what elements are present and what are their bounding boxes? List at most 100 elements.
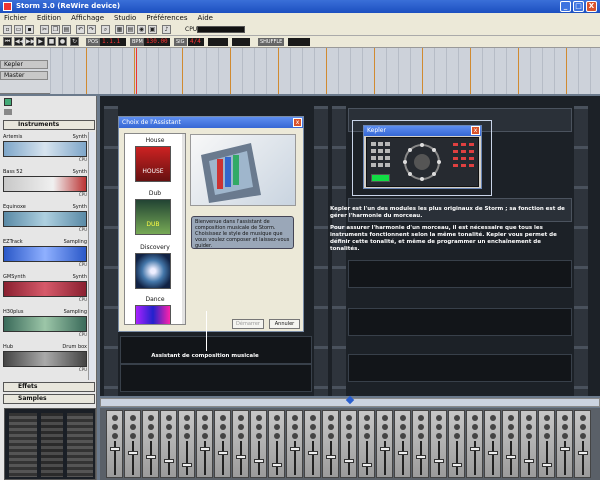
kepler-chord-slot[interactable] xyxy=(453,157,458,160)
playhead[interactable] xyxy=(136,48,137,94)
menu-edition[interactable]: Edition xyxy=(37,13,61,24)
mixer-knob[interactable] xyxy=(400,415,406,421)
tuner-icon[interactable]: ♪ xyxy=(162,25,171,34)
assistant-close-button[interactable]: x xyxy=(293,118,302,127)
menu-preferences[interactable]: Préférences xyxy=(146,13,187,24)
mixer-fader-handle[interactable] xyxy=(380,447,390,451)
rack-slot[interactable] xyxy=(120,364,312,392)
mixer-knob[interactable] xyxy=(544,415,550,421)
style-thumb-dance[interactable] xyxy=(135,305,171,324)
mixer-knob[interactable] xyxy=(400,424,406,430)
mixer-fader-handle[interactable] xyxy=(146,455,156,459)
mixer-knob[interactable] xyxy=(112,424,118,430)
mixer-channel-strip[interactable] xyxy=(502,410,519,478)
mixer-view-icon[interactable]: ◉ xyxy=(137,25,146,34)
maximize-button[interactable]: □ xyxy=(573,1,584,12)
kepler-key[interactable] xyxy=(371,156,376,160)
tab-samples[interactable]: Samples xyxy=(3,394,95,404)
kepler-chord-slot[interactable] xyxy=(453,164,458,167)
mixer-channel-strip[interactable] xyxy=(430,410,447,478)
mixer-fader-handle[interactable] xyxy=(344,459,354,463)
rewind-icon[interactable]: ◀◀ xyxy=(14,37,24,46)
mixer-channel-strip[interactable] xyxy=(466,410,483,478)
mixer-knob[interactable] xyxy=(418,415,424,421)
mixer-knob[interactable] xyxy=(274,433,280,439)
rewind-start-icon[interactable]: ⏮ xyxy=(3,37,12,46)
mixer-channel-strip[interactable] xyxy=(538,410,555,478)
rack-slot[interactable] xyxy=(348,354,572,382)
kepler-key[interactable] xyxy=(371,163,376,167)
kepler-chord-slot[interactable] xyxy=(453,143,458,146)
mixer-channel-strip[interactable] xyxy=(556,410,573,478)
mixer-channel-strip[interactable] xyxy=(412,410,429,478)
instrument-artemis[interactable]: Artemis Synth CPU xyxy=(3,134,87,163)
mixer-knob[interactable] xyxy=(112,433,118,439)
mixer-knob[interactable] xyxy=(274,415,280,421)
mixer-channel-strip[interactable] xyxy=(376,410,393,478)
mixer-channel-strip[interactable] xyxy=(340,410,357,478)
mixer-knob[interactable] xyxy=(490,424,496,430)
mixer-knob[interactable] xyxy=(382,433,388,439)
mixer-fader-handle[interactable] xyxy=(326,455,336,459)
mixer-knob[interactable] xyxy=(562,433,568,439)
mixer-knob[interactable] xyxy=(364,415,370,421)
kepler-chord-slot[interactable] xyxy=(469,164,474,167)
menu-affichage[interactable]: Affichage xyxy=(71,13,104,24)
mixer-channel-strip[interactable] xyxy=(196,410,213,478)
close-window-button[interactable]: X xyxy=(586,1,597,12)
browser-scrollbar[interactable] xyxy=(88,132,95,380)
mixer-knob[interactable] xyxy=(238,424,244,430)
mixer-knob[interactable] xyxy=(346,415,352,421)
mixer-channel-strip[interactable] xyxy=(484,410,501,478)
style-list[interactable]: House HOUSE Dub DUB Discovery Dance xyxy=(124,133,186,325)
kepler-panel[interactable] xyxy=(366,137,479,187)
mixer-knob[interactable] xyxy=(328,415,334,421)
save-icon[interactable]: ▪ xyxy=(25,25,34,34)
mixer-knob[interactable] xyxy=(310,424,316,430)
kepler-key[interactable] xyxy=(378,149,383,153)
kepler-key[interactable] xyxy=(385,149,390,153)
mixer-knob[interactable] xyxy=(220,415,226,421)
kepler-chord-slot[interactable] xyxy=(453,150,458,153)
click-display[interactable] xyxy=(232,38,250,46)
track-label-master[interactable]: Master xyxy=(0,71,48,80)
mixer-channel-strip[interactable] xyxy=(448,410,465,478)
mixer-knob[interactable] xyxy=(526,424,532,430)
mixer-knob[interactable] xyxy=(526,433,532,439)
mixer-knob[interactable] xyxy=(310,415,316,421)
new-file-icon[interactable]: ▫ xyxy=(3,25,12,34)
mixer-knob[interactable] xyxy=(310,433,316,439)
mixer-knob[interactable] xyxy=(580,424,586,430)
kepler-chord-slot[interactable] xyxy=(469,157,474,160)
start-button[interactable]: Démarrer xyxy=(232,319,264,329)
track-area[interactable] xyxy=(50,48,600,94)
mixer-knob[interactable] xyxy=(130,433,136,439)
mixer-fader-handle[interactable] xyxy=(506,455,516,459)
mixer-knob[interactable] xyxy=(364,424,370,430)
mixer-fader-handle[interactable] xyxy=(578,451,588,455)
mixer-knob[interactable] xyxy=(202,415,208,421)
position-display[interactable]: 1.1.1 xyxy=(100,38,126,46)
mixer-knob[interactable] xyxy=(508,424,514,430)
kepler-circle-of-fifths-icon[interactable] xyxy=(401,141,443,183)
mixer-knob[interactable] xyxy=(130,415,136,421)
browser-up-icon[interactable] xyxy=(4,98,12,106)
mixer-knob[interactable] xyxy=(202,433,208,439)
mixer-knob[interactable] xyxy=(346,433,352,439)
mixer-knob[interactable] xyxy=(274,424,280,430)
mixer-channel-strip[interactable] xyxy=(214,410,231,478)
mixer-knob[interactable] xyxy=(256,433,262,439)
forward-icon[interactable]: ▶▶ xyxy=(25,37,35,46)
mixer-knob[interactable] xyxy=(166,424,172,430)
mixer-fader-handle[interactable] xyxy=(236,455,246,459)
mixer-knob[interactable] xyxy=(454,415,460,421)
mixer-channel-strip[interactable] xyxy=(178,410,195,478)
mixer-knob[interactable] xyxy=(292,433,298,439)
mixer-knob[interactable] xyxy=(382,415,388,421)
instrument-eztrack[interactable]: EZTrack Sampling CPU xyxy=(3,239,87,268)
mixer-fader-handle[interactable] xyxy=(308,451,318,455)
style-thumb-discovery[interactable] xyxy=(135,253,171,289)
rack-horizontal-scrollbar[interactable] xyxy=(100,395,600,407)
mixer-fader-handle[interactable] xyxy=(362,463,372,467)
mixer-knob[interactable] xyxy=(220,424,226,430)
